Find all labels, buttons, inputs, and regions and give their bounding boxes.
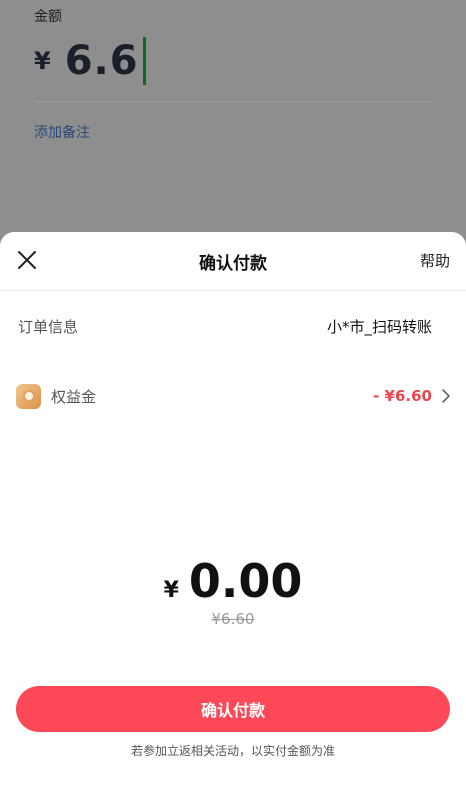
benefit-label: 权益金 bbox=[51, 387, 97, 406]
amount-value: 6.6 bbox=[64, 38, 139, 84]
benefit-discount-amount: - ¥6.60 bbox=[373, 387, 432, 405]
text-caret bbox=[142, 37, 146, 85]
benefit-row[interactable]: 权益金 - ¥6.60 bbox=[0, 361, 466, 431]
amount-label: 金额 bbox=[34, 9, 62, 25]
chevron-right-icon bbox=[440, 388, 452, 404]
close-icon[interactable] bbox=[14, 247, 40, 273]
sheet-title: 确认付款 bbox=[199, 253, 267, 274]
order-info-row: 订单信息 小*市_扫码转账 bbox=[0, 291, 466, 361]
amount-divider bbox=[34, 101, 432, 102]
add-note-link[interactable]: 添加备注 bbox=[34, 122, 90, 142]
original-price: ¥6.60 bbox=[211, 610, 255, 628]
benefit-coin-icon bbox=[16, 383, 41, 409]
cashback-footnote: 若参加立返相关活动，以实付金额为准 bbox=[130, 744, 335, 758]
confirm-payment-button[interactable]: 确认付款 bbox=[16, 686, 450, 732]
total-value: 0.00 bbox=[188, 554, 303, 608]
sheet-header: 确认付款 帮助 bbox=[0, 232, 466, 290]
amount-input[interactable]: ¥ 6.6 bbox=[34, 36, 146, 86]
amount-currency-symbol: ¥ bbox=[34, 47, 51, 75]
total-currency-symbol: ¥ bbox=[163, 578, 179, 603]
amount-entry-screen: 金额 ¥ 6.6 添加备注 bbox=[0, 0, 466, 240]
help-link[interactable]: 帮助 bbox=[420, 250, 450, 271]
order-info-label: 订单信息 bbox=[18, 317, 79, 336]
order-info-value: 小*市_扫码转账 bbox=[326, 317, 432, 336]
total-amount: ¥ 0.00 ¥6.60 bbox=[0, 554, 466, 628]
confirm-payment-sheet: 确认付款 帮助 订单信息 小*市_扫码转账 权益金 - ¥6.60 ¥ 0.00… bbox=[0, 232, 466, 800]
